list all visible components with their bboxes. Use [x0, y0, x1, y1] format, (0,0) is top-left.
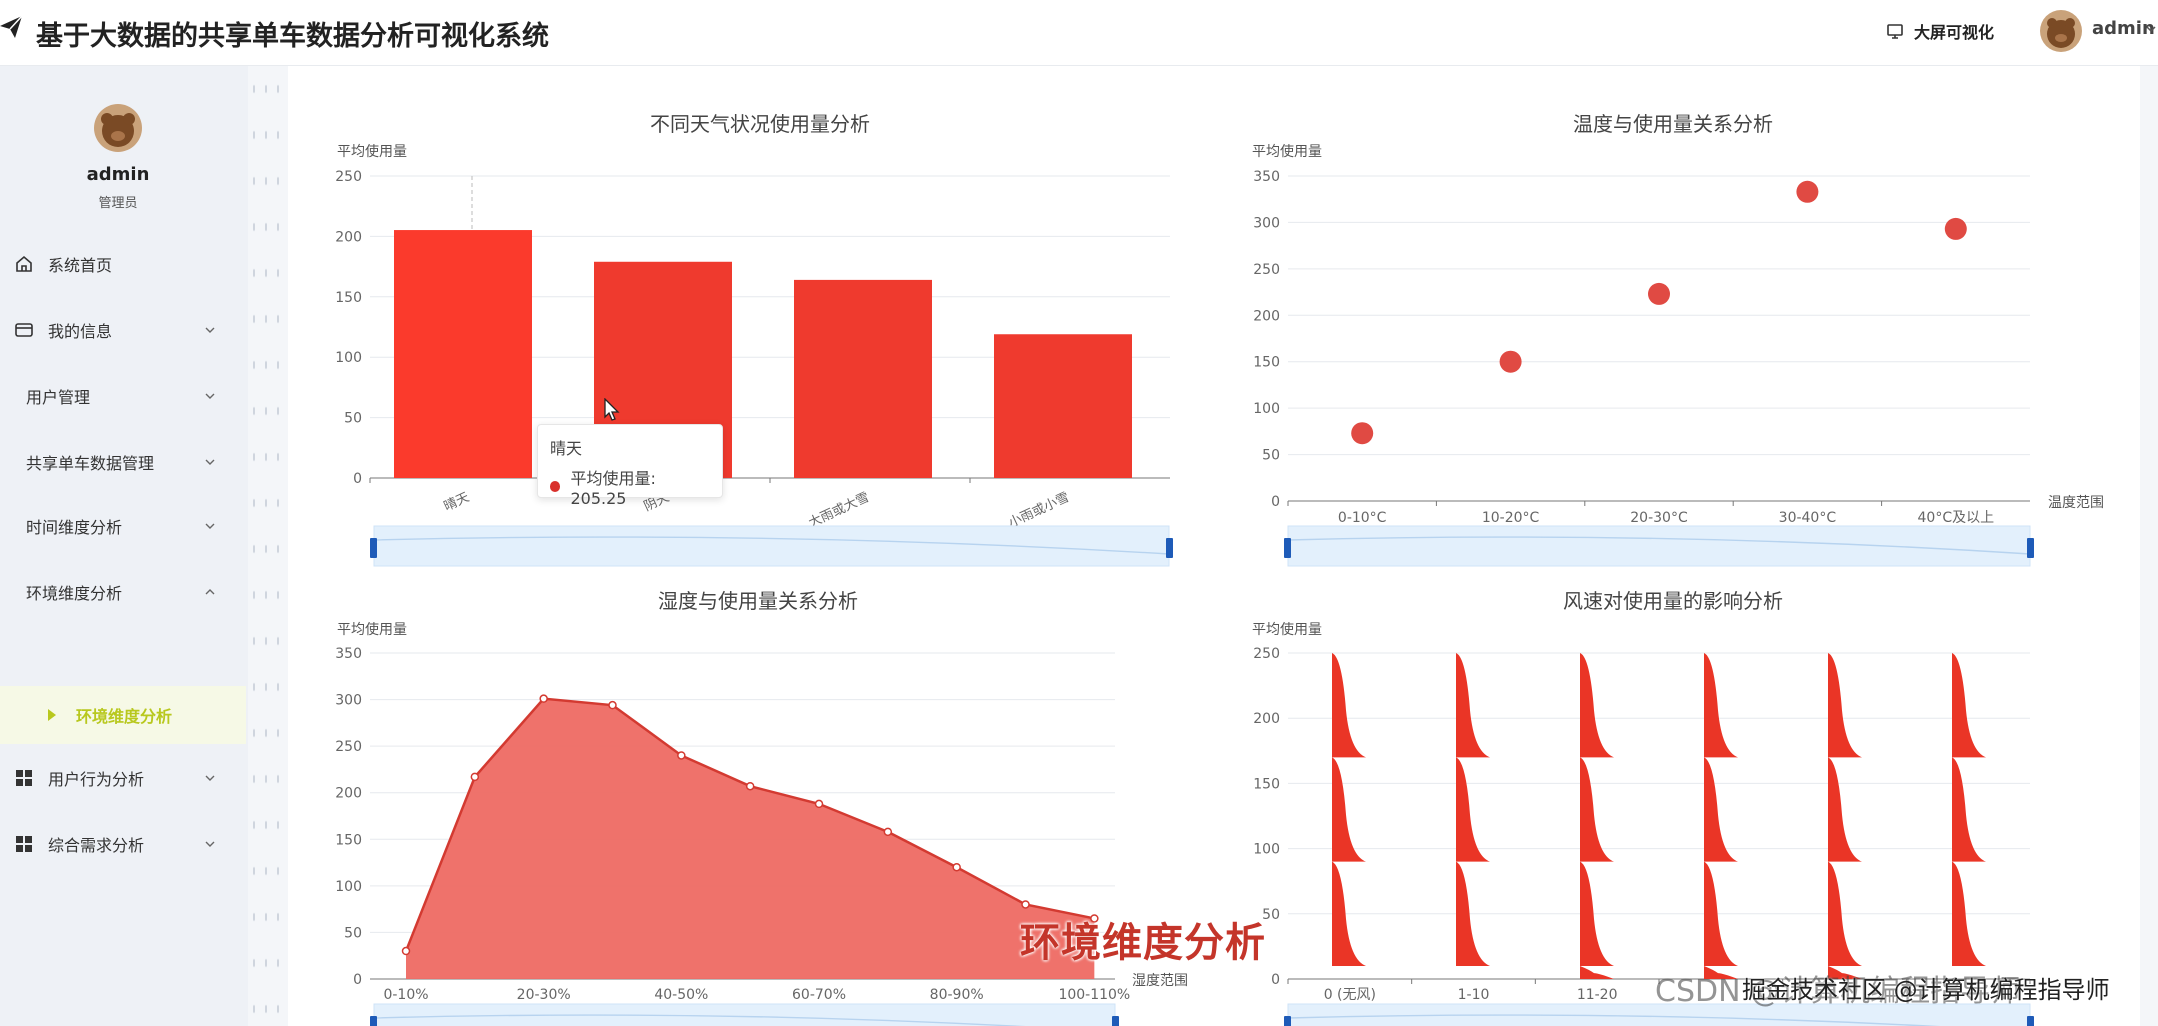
chart-title-wind: 风速对使用量的影响分析	[1563, 589, 1783, 613]
sidebar: admin 管理员 系统首页 我的信息 用户管理 共享单车数据管理 时间维度分析…	[0, 66, 248, 1026]
sidebar-role: 管理员	[98, 196, 138, 211]
sidebar-item-time-analysis[interactable]: 时间维度分析	[0, 504, 236, 548]
tooltip-value: 平均使用量: 205.25	[570, 469, 656, 508]
ylabel-temperature: 平均使用量	[1252, 144, 1322, 160]
sidebar-item-label: 综合需求分析	[48, 836, 145, 855]
top-header: 基于大数据的共享单车数据分析可视化系统 大屏可视化 admin	[0, 0, 2158, 66]
paper-plane-icon	[0, 16, 22, 38]
sidebar-username: admin	[86, 164, 150, 185]
sidebar-divider	[248, 66, 288, 1026]
chevron-down-icon	[205, 523, 215, 529]
tooltip-dot	[550, 481, 561, 492]
sidebar-item-label: 我的信息	[48, 322, 113, 341]
sidebar-subitem-env-analysis[interactable]: 环境维度分析	[0, 686, 246, 744]
avatar[interactable]	[2040, 10, 2082, 52]
sidebar-item-behavior-analysis[interactable]: 用户行为分析	[0, 756, 236, 800]
sidebar-item-label: 环境维度分析	[26, 584, 123, 603]
sidebar-avatar	[94, 104, 142, 152]
sidebar-subitem-label: 环境维度分析	[76, 707, 173, 726]
chart-title-humidity: 湿度与使用量关系分析	[658, 589, 858, 613]
ylabel-weather: 平均使用量	[337, 144, 407, 160]
mouse-cursor-icon	[604, 398, 620, 421]
sidebar-item-label: 用户行为分析	[48, 770, 145, 789]
wallet-icon	[14, 320, 34, 340]
chevron-down-icon	[205, 459, 215, 465]
chart-title-temperature: 温度与使用量关系分析	[1573, 112, 1773, 136]
video-caption: 环境维度分析	[1020, 920, 1266, 966]
ylabel-humidity: 平均使用量	[337, 622, 407, 638]
chevron-up-icon	[205, 589, 215, 595]
chevron-down-icon[interactable]	[2146, 24, 2156, 34]
sidebar-item-label: 时间维度分析	[26, 518, 123, 537]
app-title: 基于大数据的共享单车数据分析可视化系统	[36, 21, 549, 52]
sidebar-item-my-info[interactable]: 我的信息	[0, 308, 236, 352]
home-icon	[14, 254, 34, 274]
sidebar-item-user-management[interactable]: 用户管理	[0, 374, 236, 418]
chevron-down-icon	[205, 327, 215, 333]
sidebar-item-label: 共享单车数据管理	[26, 454, 155, 473]
main-content	[288, 66, 2140, 1026]
chart-title-weather: 不同天气状况使用量分析	[650, 112, 870, 136]
watermark-secondary: 掘金技术社区 @计算机编程指导师	[1742, 976, 2110, 1004]
tooltip-title: 晴天	[550, 439, 583, 458]
grid-icon	[14, 768, 34, 788]
sidebar-item-label: 用户管理	[26, 388, 91, 407]
sidebar-item-bike-data[interactable]: 共享单车数据管理	[0, 440, 236, 484]
bigscreen-button[interactable]: 大屏可视化	[1886, 18, 1994, 44]
bigscreen-label: 大屏可视化	[1914, 23, 1995, 42]
sidebar-item-label: 系统首页	[48, 256, 113, 275]
chevron-down-icon	[205, 841, 215, 847]
chart-tooltip: 晴天 平均使用量: 205.25	[537, 424, 723, 508]
xlabel-humidity: 湿度范围	[1132, 973, 1188, 989]
sidebar-item-env-analysis[interactable]: 环境维度分析	[0, 570, 236, 614]
sidebar-item-demand-analysis[interactable]: 综合需求分析	[0, 822, 236, 866]
sidebar-item-home[interactable]: 系统首页	[0, 242, 236, 286]
triangle-right-icon	[48, 709, 56, 721]
xlabel-temperature: 温度范围	[2048, 495, 2104, 511]
chevron-down-icon	[205, 393, 215, 399]
chevron-down-icon	[205, 775, 215, 781]
monitor-icon	[1887, 24, 1903, 39]
grid-icon	[14, 834, 34, 854]
ylabel-wind: 平均使用量	[1252, 622, 1322, 638]
